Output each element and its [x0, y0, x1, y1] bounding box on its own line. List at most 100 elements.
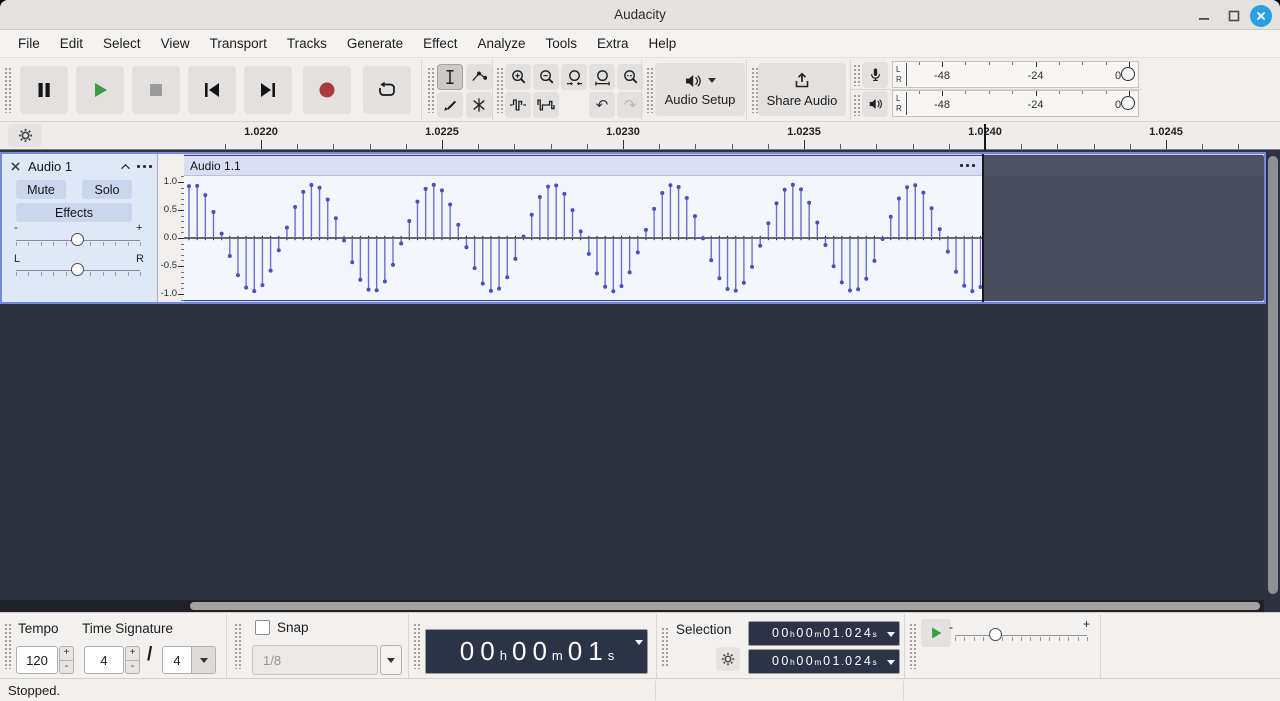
track-menu-button[interactable] [137, 165, 152, 168]
play-speed-slider-thumb[interactable] [989, 628, 1002, 641]
trim-audio-button[interactable] [505, 92, 531, 118]
multi-tool-button[interactable] [466, 92, 492, 118]
zoom-toggle-button[interactable] [617, 64, 643, 90]
vscale-label: -0.5 [161, 261, 177, 271]
audio-setup-button[interactable]: Audio Setup [655, 63, 745, 116]
mute-button[interactable]: Mute [16, 180, 66, 199]
time-signature-lower-select[interactable]: 4 [162, 646, 216, 674]
snap-interval-select[interactable]: 1/8 [252, 645, 378, 675]
tools-toolbar-grip[interactable] [427, 67, 434, 113]
menu-tracks[interactable]: Tracks [277, 32, 337, 55]
time-signature-increment-button[interactable]: + [125, 646, 140, 661]
stop-button[interactable] [132, 66, 180, 114]
menu-analyze[interactable]: Analyze [467, 32, 535, 55]
share-toolbar-grip[interactable] [751, 67, 758, 113]
minimize-button[interactable] [1193, 5, 1215, 27]
draw-tool-button[interactable] [437, 92, 463, 118]
selection-toolbar-grip[interactable] [661, 627, 668, 667]
fit-selection-button[interactable] [561, 64, 587, 90]
menu-file[interactable]: File [8, 32, 50, 55]
clip-menu-button[interactable] [960, 164, 975, 167]
play-speed-slider[interactable] [955, 635, 1087, 636]
slider-tick [1012, 637, 1013, 641]
menu-select[interactable]: Select [93, 32, 151, 55]
menu-edit[interactable]: Edit [50, 32, 93, 55]
slider-tick [1087, 637, 1088, 641]
menu-tools[interactable]: Tools [535, 32, 587, 55]
zoom-out-button[interactable] [533, 64, 559, 90]
menu-generate[interactable]: Generate [337, 32, 413, 55]
microphone-button[interactable] [862, 62, 888, 88]
toolbar-separator [492, 60, 493, 120]
audio-clip[interactable]: Audio 1.1 [184, 156, 983, 300]
solo-button[interactable]: Solo [82, 180, 132, 199]
pan-slider-thumb[interactable] [71, 263, 84, 276]
play-at-speed-grip[interactable] [909, 623, 916, 669]
skip-to-start-button[interactable] [188, 66, 236, 114]
vertical-scale-ruler[interactable]: 1.00.50.0-0.5-1.0 [158, 154, 184, 302]
speed-minus-label: - [949, 621, 953, 633]
play-button[interactable] [76, 66, 124, 114]
play-icon [91, 81, 109, 99]
waveform-display[interactable] [184, 176, 983, 300]
envelope-tool-button[interactable] [466, 64, 492, 90]
pause-icon [35, 81, 53, 99]
tempo-increment-button[interactable]: + [59, 646, 74, 661]
slider-tick [41, 272, 42, 276]
zoom-in-button[interactable] [505, 64, 531, 90]
selection-tool-button[interactable] [437, 64, 463, 90]
pause-button[interactable] [20, 66, 68, 114]
record-button[interactable] [303, 66, 351, 114]
snapping-toolbar-grip[interactable] [234, 623, 241, 669]
snap-label: Snap [277, 620, 309, 635]
fit-project-button[interactable] [589, 64, 615, 90]
timeline-ruler[interactable]: 1.02201.02251.02301.02351.02401.0245 [0, 122, 1280, 150]
snap-checkbox[interactable] [255, 620, 270, 635]
redo-button[interactable]: ↷ [617, 92, 643, 118]
audio-position-display[interactable]: 00h00m01s [425, 629, 648, 674]
track-title[interactable]: Audio 1 [28, 159, 72, 174]
transport-toolbar-grip[interactable] [4, 67, 11, 113]
playback-meter[interactable]: L R -48-240 [892, 90, 1139, 117]
playback-meter-grip[interactable] [853, 94, 860, 116]
selection-options-button[interactable] [716, 647, 740, 671]
menu-view[interactable]: View [151, 32, 200, 55]
time-display-grip[interactable] [413, 623, 420, 669]
recording-meter-grip[interactable] [853, 64, 860, 86]
gain-slider-thumb[interactable] [71, 233, 84, 246]
vertical-scrollbar-thumb[interactable] [1268, 156, 1278, 594]
snap-dropdown-button[interactable] [380, 645, 402, 675]
skip-to-end-button[interactable] [244, 66, 292, 114]
time-signature-upper-input[interactable]: 4 [84, 646, 124, 674]
silence-audio-button[interactable] [533, 92, 559, 118]
audio-track[interactable]: Audio 1 Mute Solo Effects - + L R [0, 152, 1266, 304]
menu-effect[interactable]: Effect [413, 32, 467, 55]
edit-toolbar-grip[interactable] [496, 67, 503, 113]
time-signature-decrement-button[interactable]: - [125, 661, 140, 675]
selection-start-field[interactable]: 00h00m01.024s [748, 621, 900, 646]
maximize-button[interactable] [1223, 5, 1245, 27]
close-button[interactable] [1250, 5, 1272, 27]
track-close-button[interactable] [10, 161, 21, 172]
selection-end-field[interactable]: 00h00m01.024s [748, 649, 900, 674]
playback-speaker-button[interactable] [862, 91, 888, 117]
horizontal-scrollbar[interactable] [0, 600, 1264, 612]
effects-button[interactable]: Effects [16, 203, 132, 222]
audio-setup-toolbar-grip[interactable] [646, 67, 653, 113]
track-collapse-button[interactable] [120, 163, 131, 170]
tempo-decrement-button[interactable]: - [59, 661, 74, 675]
dropdown-button[interactable] [191, 647, 215, 673]
menu-transport[interactable]: Transport [200, 32, 277, 55]
time-toolbar-grip[interactable] [4, 623, 11, 669]
undo-button[interactable]: ↶ [589, 92, 615, 118]
play-at-speed-button[interactable] [921, 619, 951, 647]
share-audio-button[interactable]: Share Audio [758, 63, 846, 116]
menu-extra[interactable]: Extra [587, 32, 639, 55]
recording-meter[interactable]: L R -48-240 [892, 61, 1139, 88]
clip-header[interactable]: Audio 1.1 [184, 156, 983, 176]
horizontal-scrollbar-thumb[interactable] [190, 602, 1260, 610]
empty-track-area[interactable] [983, 156, 1264, 300]
menu-help[interactable]: Help [639, 32, 687, 55]
tempo-input[interactable]: 120 [16, 646, 58, 674]
loop-button[interactable] [363, 66, 411, 114]
